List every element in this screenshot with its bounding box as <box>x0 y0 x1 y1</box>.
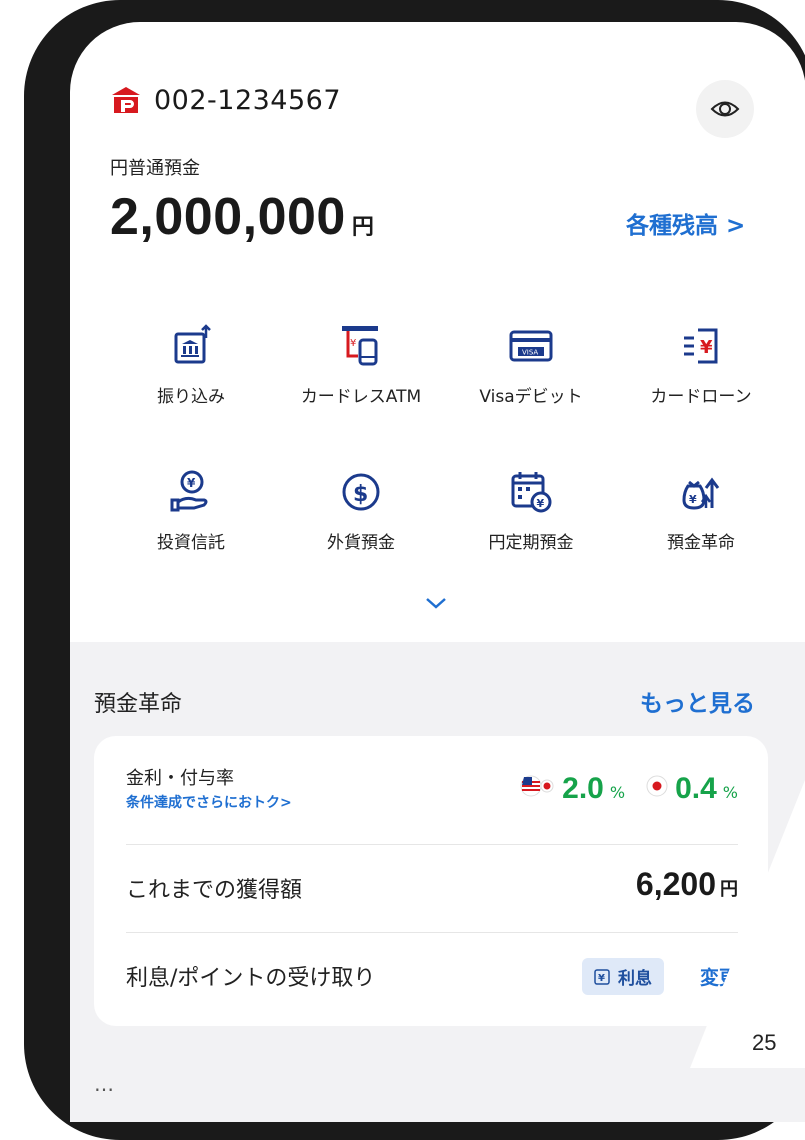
rate-label: 金利・付与率 <box>126 768 234 789</box>
jp-flag-icon <box>646 775 668 797</box>
menu-label: 外貨預金 <box>327 533 395 553</box>
earned-row: これまでの獲得額 6,200 円 <box>126 844 738 933</box>
menu-label: カードレスATM <box>300 387 422 407</box>
account-number: 002-1234567 <box>154 84 342 116</box>
rate-jpy: 0.4 <box>675 772 717 805</box>
menu-label: 投資信託 <box>157 533 225 553</box>
receive-type-badge: ¥ 利息 <box>582 958 664 995</box>
menu-item-card-loan[interactable]: ¥ カードローン <box>616 322 786 407</box>
earned-label: これまでの獲得額 <box>126 878 303 903</box>
phone-frame: 002-1234567 円普通預金 2,000,000 円 各種残高 > 振り込… <box>24 0 805 1140</box>
account-type: 円普通預金 <box>110 158 200 179</box>
eye-icon <box>710 101 740 117</box>
app-screen: 002-1234567 円普通預金 2,000,000 円 各種残高 > 振り込… <box>70 22 805 1122</box>
section-title: 預金革命 <box>94 692 183 717</box>
menu-item-cardless-atm[interactable]: ¥ カードレスATM <box>276 322 446 407</box>
rate-condition-link[interactable]: 条件達成でさらにおトク> <box>126 792 292 812</box>
more-link[interactable]: もっと見る <box>640 684 755 718</box>
earned-value: 6,200 <box>635 866 716 902</box>
menu-label: 円定期預金 <box>488 533 574 553</box>
svg-text:¥: ¥ <box>598 973 605 984</box>
menu-label: 預金革命 <box>667 533 735 553</box>
menu-label: 振り込み <box>157 387 225 407</box>
bank-transfer-icon <box>174 324 211 364</box>
page-number: 25 <box>752 1030 777 1055</box>
svg-text:¥: ¥ <box>537 497 545 510</box>
investment-trust-icon: ¥ <box>170 470 208 512</box>
svg-text:VISA: VISA <box>522 349 538 357</box>
balance-unit: 円 <box>351 215 374 240</box>
next-section-title: … <box>94 1072 114 1096</box>
change-link[interactable]: 変更 <box>700 963 738 990</box>
toggle-visibility-button[interactable] <box>696 80 754 138</box>
menu-label: Visaデビット <box>479 387 583 407</box>
dollar-coin-icon: $ <box>342 473 380 511</box>
money-bag-growth-icon: ¥ <box>682 477 720 510</box>
rate-usd: 2.0 <box>562 772 604 805</box>
menu-item-time-deposit[interactable]: ¥ 円定期預金 <box>446 468 616 553</box>
menu-item-foreign-deposit[interactable]: $ 外貨預金 <box>276 468 446 553</box>
earned-amount: 6,200 円 <box>636 866 738 903</box>
svg-text:¥: ¥ <box>700 337 713 358</box>
svg-text:¥: ¥ <box>689 493 697 506</box>
yen-box-icon: ¥ <box>594 968 610 985</box>
svg-text:¥: ¥ <box>350 338 356 349</box>
visa-card-icon: VISA <box>509 330 553 362</box>
earned-unit: 円 <box>720 879 738 900</box>
rates: 2.0 % 0.4 % <box>520 772 738 806</box>
balances-link[interactable]: 各種残高 > <box>626 206 745 240</box>
receive-label: 利息/ポイントの受け取り <box>126 966 376 991</box>
receive-row: 利息/ポイントの受け取り ¥ 利息 変更 <box>126 932 738 1020</box>
deposit-card: 金利・付与率 条件達成でさらにおトク> 2.0 % 0.4 % これまでの獲得額… <box>94 736 768 1026</box>
calendar-yen-icon: ¥ <box>511 472 552 513</box>
rate-usd-pct: % <box>609 783 626 802</box>
bank-logo-icon <box>112 87 140 113</box>
balance: 2,000,000 円 <box>110 187 374 247</box>
menu-item-investment-trust[interactable]: ¥ 投資信託 <box>106 468 276 553</box>
chevron-down-icon[interactable] <box>424 596 448 610</box>
deposit-revolution-section: 預金革命 もっと見る 金利・付与率 条件達成でさらにおトク> 2.0 % 0.4… <box>70 642 805 1122</box>
receive-type-label: 利息 <box>618 969 652 989</box>
menu-label: カードローン <box>650 387 752 407</box>
menu-item-visa-debit[interactable]: VISA Visaデビット <box>446 322 616 407</box>
menu-item-deposit-revolution[interactable]: ¥ 預金革命 <box>616 468 786 553</box>
menu-item-transfer[interactable]: 振り込み <box>106 322 276 407</box>
cardless-atm-icon: ¥ <box>342 326 378 366</box>
account-header: 002-1234567 <box>110 84 341 116</box>
svg-text:¥: ¥ <box>187 476 196 490</box>
rate-row[interactable]: 金利・付与率 条件達成でさらにおトク> 2.0 % 0.4 % <box>126 764 738 845</box>
card-loan-icon: ¥ <box>684 328 718 364</box>
us-jp-flag-icon <box>520 775 554 797</box>
balance-amount: 2,000,000 <box>110 188 346 246</box>
svg-text:$: $ <box>353 482 368 507</box>
rate-jpy-pct: % <box>722 783 738 802</box>
